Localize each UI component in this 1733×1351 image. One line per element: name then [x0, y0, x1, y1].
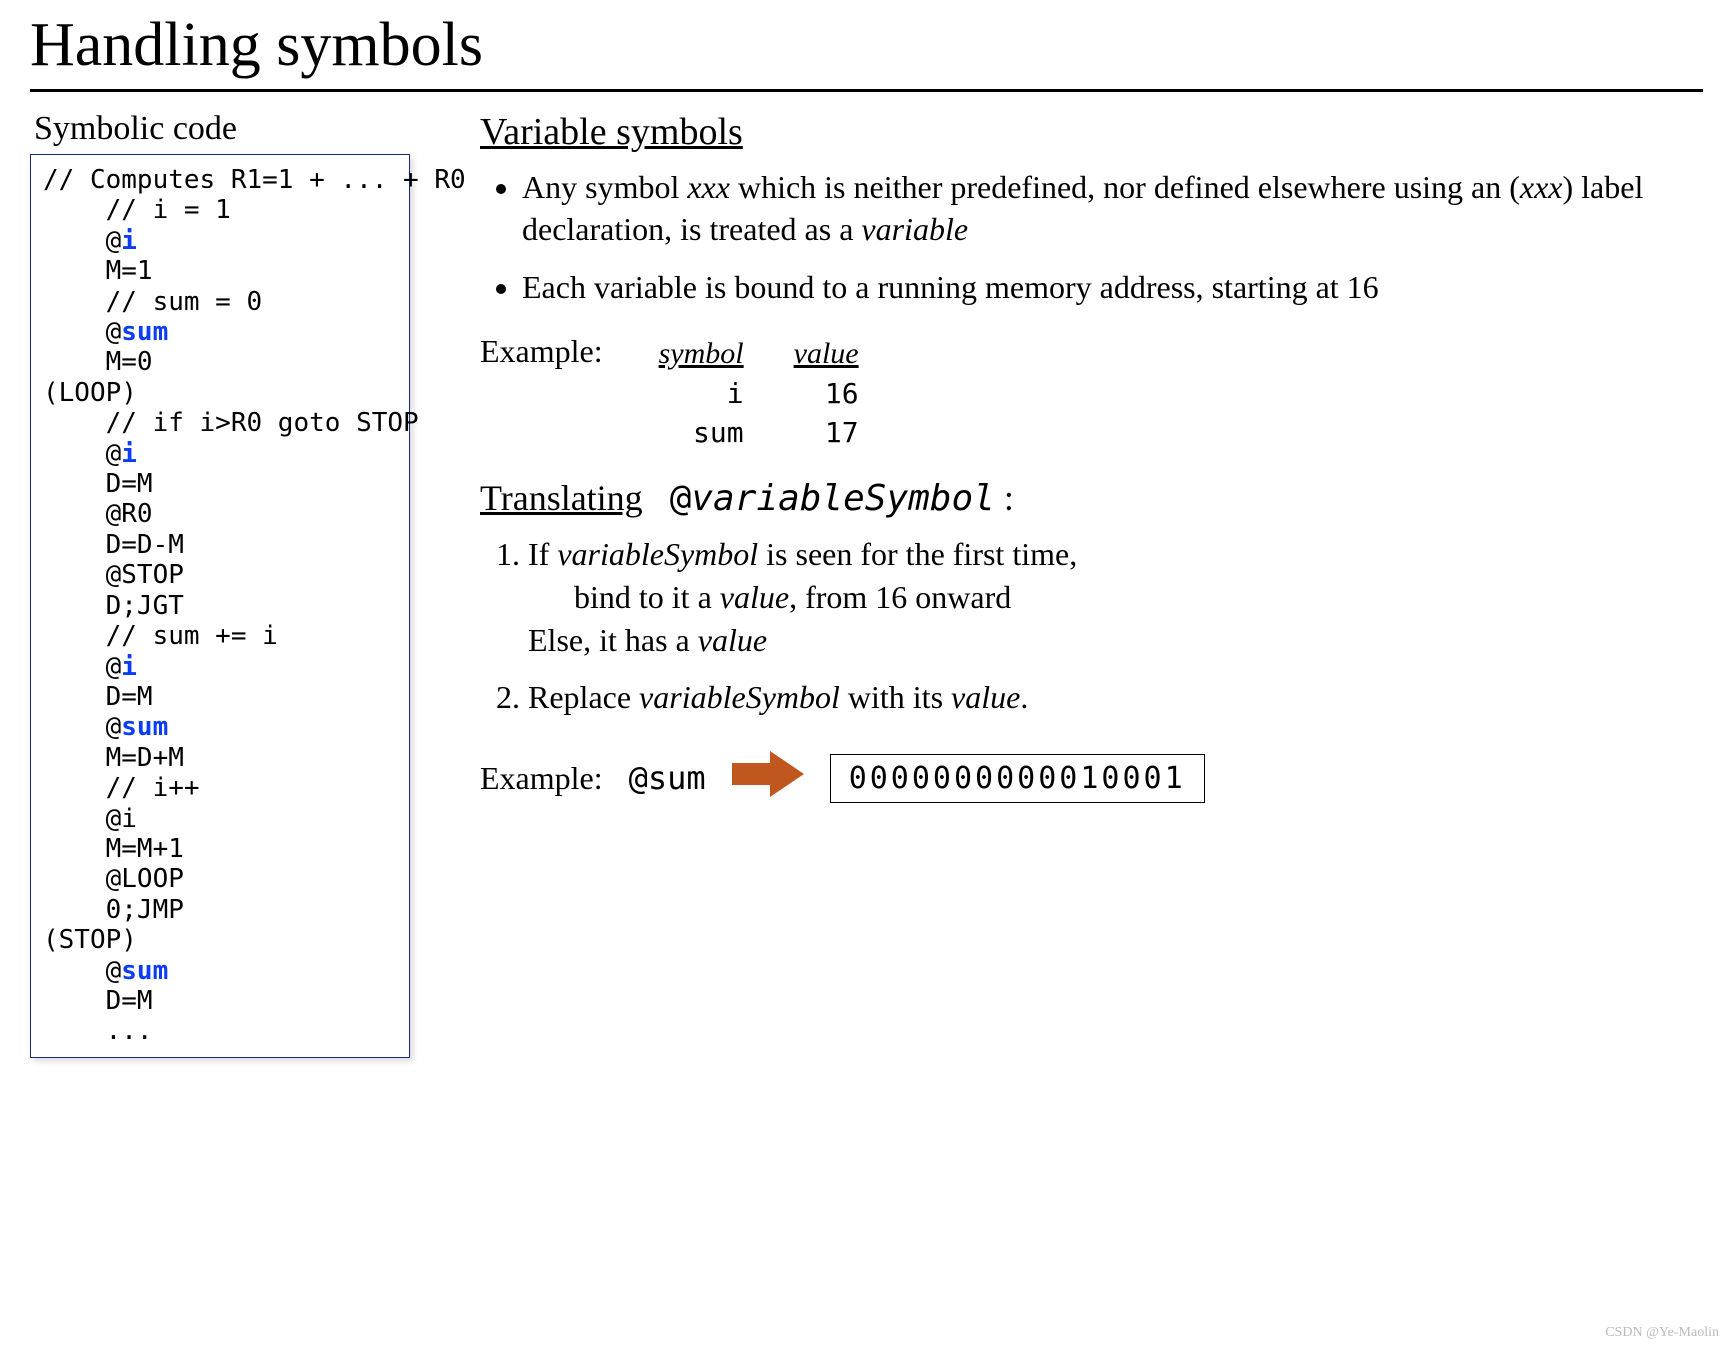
code-line: D=M — [43, 469, 397, 499]
code-line: D;JGT — [43, 591, 397, 621]
left-column: Symbolic code // Computes R1=1 + ... + R… — [30, 110, 410, 1058]
symbol-sum: sum — [121, 956, 168, 986]
code-line: (LOOP) — [43, 378, 397, 408]
code-line: @i — [43, 439, 397, 469]
code-line: @LOOP — [43, 864, 397, 894]
section-variable-symbols: Variable symbols — [480, 110, 1663, 154]
code-line: @STOP — [43, 560, 397, 590]
code-line: D=M — [43, 682, 397, 712]
symbol-table: symbolvalue i16 sum17 — [633, 333, 885, 453]
code-line: // i++ — [43, 773, 397, 803]
col-symbol: symbol — [635, 335, 768, 373]
code-line: M=M+1 — [43, 834, 397, 864]
code-line: @R0 — [43, 499, 397, 529]
translating-heading: Translating @variableSymbol : — [480, 477, 1663, 519]
right-column: Variable symbols Any symbol xxx which is… — [480, 110, 1703, 1058]
example-label: Example: — [480, 333, 603, 370]
symbol-sum: sum — [121, 317, 168, 347]
code-line: ... — [43, 1016, 397, 1046]
symbol-i: i — [121, 652, 137, 682]
code-line: // if i>R0 goto STOP — [43, 408, 397, 438]
code-line: D=M — [43, 986, 397, 1016]
title-rule — [30, 89, 1703, 92]
table-row: i16 — [635, 375, 883, 412]
example-label: Example: — [480, 760, 603, 797]
code-line: M=D+M — [43, 743, 397, 773]
watermark: CSDN @Ye-Maolin — [1605, 1325, 1719, 1341]
symbol-i: i — [121, 439, 137, 469]
code-line: D=D-M — [43, 530, 397, 560]
code-line: // Computes R1=1 + ... + R0 — [43, 165, 397, 195]
columns: Symbolic code // Computes R1=1 + ... + R… — [30, 110, 1703, 1058]
code-line: M=0 — [43, 347, 397, 377]
symbol-i: i — [121, 226, 137, 256]
symbol-sum: sum — [121, 712, 168, 742]
code-line: @i — [43, 226, 397, 256]
col-value: value — [770, 335, 883, 373]
code-line: M=1 — [43, 256, 397, 286]
code-line: @sum — [43, 956, 397, 986]
page-title: Handling symbols — [30, 10, 1703, 81]
code-line: @i — [43, 804, 397, 834]
steps-list: If variableSymbol is seen for the first … — [480, 533, 1663, 720]
code-line: @sum — [43, 317, 397, 347]
code-box: // Computes R1=1 + ... + R0 // i = 1 @i … — [30, 154, 410, 1058]
example-table-row: Example: symbolvalue i16 sum17 — [480, 333, 1663, 453]
code-line: @sum — [43, 712, 397, 742]
arrow-icon — [732, 749, 804, 807]
bullet-list: Any symbol xxx which is neither predefin… — [480, 166, 1663, 309]
code-line: // sum += i — [43, 621, 397, 651]
example-translation: Example: @sum 0000000000010001 — [480, 749, 1663, 807]
step-item: Replace variableSymbol with its value. — [528, 676, 1663, 719]
at-sum: @sum — [629, 759, 706, 797]
code-line: (STOP) — [43, 925, 397, 955]
step-item: If variableSymbol is seen for the first … — [528, 533, 1663, 663]
code-line: // sum = 0 — [43, 287, 397, 317]
bullet-item: Any symbol xxx which is neither predefin… — [522, 166, 1663, 250]
table-row: sum17 — [635, 414, 883, 451]
code-line: 0;JMP — [43, 895, 397, 925]
binary-output: 0000000000010001 — [830, 754, 1205, 803]
bullet-item: Each variable is bound to a running memo… — [522, 266, 1663, 308]
code-line: @i — [43, 652, 397, 682]
code-heading: Symbolic code — [34, 110, 410, 148]
code-line: // i = 1 — [43, 195, 397, 225]
